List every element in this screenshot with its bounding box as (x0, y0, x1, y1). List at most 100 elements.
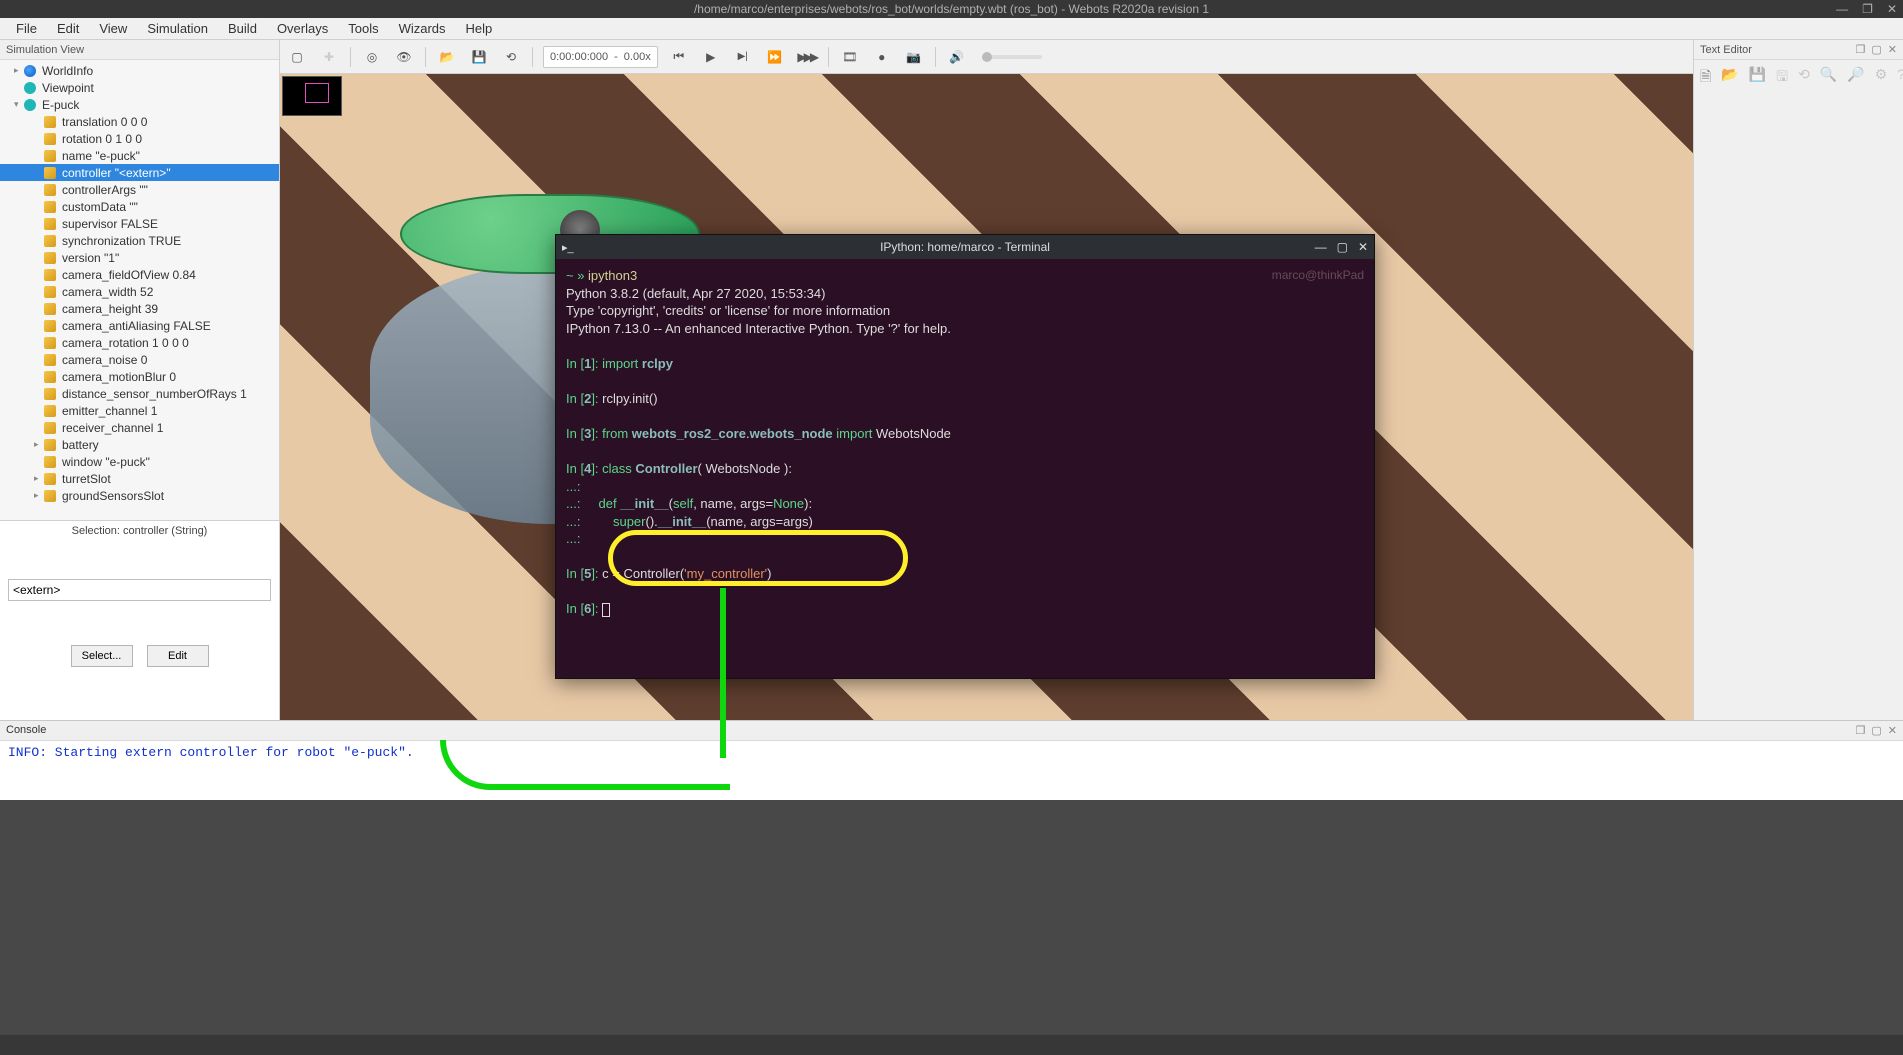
select-button[interactable]: Select... (71, 645, 133, 667)
tree-item-label: synchronization TRUE (62, 234, 181, 248)
terminal-body[interactable]: marco@thinkPad ~ » ipython3 Python 3.8.2… (556, 259, 1374, 626)
scene-tree[interactable]: ▸WorldInfoViewpoint▾E-pucktranslation 0 … (0, 60, 279, 520)
revert-icon[interactable]: ⟲ (1798, 66, 1810, 90)
cube-icon (44, 473, 56, 485)
tree-item[interactable]: controllerArgs "" (0, 181, 279, 198)
tree-item[interactable]: camera_motionBlur 0 (0, 368, 279, 385)
cube-icon (44, 269, 56, 281)
find-icon[interactable]: 🔍 (1820, 66, 1837, 90)
tree-item-label: camera_rotation 1 0 0 0 (62, 336, 189, 350)
tree-item-label: camera_fieldOfView 0.84 (62, 268, 196, 282)
cube-icon (44, 337, 56, 349)
console-max-icon[interactable]: ▢ (1871, 724, 1881, 737)
open-icon[interactable]: 📂 (436, 46, 458, 68)
tree-item-label: controllerArgs "" (62, 183, 148, 197)
tree-item-label: supervisor FALSE (62, 217, 158, 231)
tree-item[interactable]: camera_width 52 (0, 283, 279, 300)
fast-icon[interactable]: ⏩ (764, 46, 786, 68)
tree-item[interactable]: window "e-puck" (0, 453, 279, 470)
open-file-icon[interactable]: 📂 (1721, 66, 1738, 90)
maximize-pane-icon[interactable]: ▢ (1871, 43, 1881, 56)
tree-item-label: window "e-puck" (62, 455, 150, 469)
cube-icon (44, 150, 56, 162)
menu-build[interactable]: Build (218, 19, 267, 38)
tree-item[interactable]: ▸WorldInfo (0, 62, 279, 79)
tree-item[interactable]: camera_antiAliasing FALSE (0, 317, 279, 334)
menu-wizards[interactable]: Wizards (389, 19, 456, 38)
tree-item[interactable]: name "e-puck" (0, 147, 279, 164)
save-icon[interactable]: 💾 (468, 46, 490, 68)
sim-time: 0:00:00:000 (550, 51, 608, 63)
record-icon[interactable]: ◎ (361, 46, 383, 68)
close-icon[interactable]: ✕ (1887, 2, 1897, 16)
cursor (602, 603, 610, 617)
tree-item[interactable]: ▸groundSensorsSlot (0, 487, 279, 504)
minimize-icon[interactable]: — (1836, 2, 1848, 16)
tree-item[interactable]: camera_height 39 (0, 300, 279, 317)
tree-item[interactable]: emitter_channel 1 (0, 402, 279, 419)
cube-icon (44, 235, 56, 247)
tree-item[interactable]: synchronization TRUE (0, 232, 279, 249)
tree-item[interactable]: distance_sensor_numberOfRays 1 (0, 385, 279, 402)
tree-item[interactable]: translation 0 0 0 (0, 113, 279, 130)
maximize-icon[interactable]: ❐ (1862, 2, 1873, 16)
reload-icon[interactable]: ⟲ (500, 46, 522, 68)
controller-input[interactable] (8, 579, 271, 601)
menu-file[interactable]: File (6, 19, 47, 38)
movie-icon[interactable]: 🎞 (839, 46, 861, 68)
tree-item[interactable]: Viewpoint (0, 79, 279, 96)
tree-item[interactable]: rotation 0 1 0 0 (0, 130, 279, 147)
terminal-minimize-icon[interactable]: — (1315, 240, 1327, 254)
menu-edit[interactable]: Edit (47, 19, 89, 38)
tree-item[interactable]: ▾E-puck (0, 96, 279, 113)
save-file-icon[interactable]: 💾 (1749, 66, 1766, 90)
fastest-icon[interactable]: ▶▶▶ (796, 46, 818, 68)
terminal-titlebar[interactable]: ▸_ IPython: home/marco - Terminal — ▢ ✕ (556, 235, 1374, 259)
tree-item[interactable]: receiver_channel 1 (0, 419, 279, 436)
tree-item[interactable]: camera_rotation 1 0 0 0 (0, 334, 279, 351)
console-close-icon[interactable]: ✕ (1888, 724, 1897, 737)
menu-help[interactable]: Help (456, 19, 503, 38)
new-icon[interactable]: ▢ (286, 46, 308, 68)
tree-item[interactable]: controller "<extern>" (0, 164, 279, 181)
tree-item-label: camera_motionBlur 0 (62, 370, 176, 384)
camera-icon[interactable]: 📷 (903, 46, 925, 68)
tree-item[interactable]: ▸turretSlot (0, 470, 279, 487)
tree-item[interactable]: customData "" (0, 198, 279, 215)
sound-icon[interactable]: 🔊 (946, 46, 968, 68)
play-icon[interactable]: ▶ (700, 46, 722, 68)
console-restore-icon[interactable]: ❐ (1856, 724, 1866, 737)
restore-icon[interactable]: ❐ (1856, 43, 1866, 56)
scene-tree-pane: Simulation View ▸WorldInfoViewpoint▾E-pu… (0, 40, 280, 720)
step-icon[interactable]: ▶| (732, 46, 754, 68)
new-file-icon[interactable]: 🗎 (1700, 66, 1711, 90)
volume-slider[interactable] (982, 55, 1042, 59)
add-icon[interactable]: ✚ (318, 46, 340, 68)
terminal-close-icon[interactable]: ✕ (1358, 240, 1368, 254)
rewind-icon[interactable]: ⏮ (668, 46, 690, 68)
settings-icon[interactable]: ⚙ (1875, 66, 1888, 90)
visibility-icon[interactable]: 👁 (393, 46, 415, 68)
help-icon[interactable]: ? (1897, 66, 1903, 90)
console-output: INFO: Starting extern controller for rob… (0, 741, 1903, 764)
menu-overlays[interactable]: Overlays (267, 19, 338, 38)
menu-tools[interactable]: Tools (338, 19, 388, 38)
tree-item-label: camera_width 52 (62, 285, 153, 299)
record-dot-icon[interactable]: ● (871, 46, 893, 68)
camera-overlay[interactable] (282, 76, 342, 116)
tree-item-label: distance_sensor_numberOfRays 1 (62, 387, 247, 401)
cube-icon (44, 354, 56, 366)
close-pane-icon[interactable]: ✕ (1888, 43, 1897, 56)
save-as-icon[interactable]: 🖫 (1776, 66, 1788, 90)
tree-item[interactable]: ▸battery (0, 436, 279, 453)
terminal-window[interactable]: ▸_ IPython: home/marco - Terminal — ▢ ✕ … (555, 234, 1375, 679)
terminal-maximize-icon[interactable]: ▢ (1337, 240, 1348, 254)
tree-item[interactable]: supervisor FALSE (0, 215, 279, 232)
menu-view[interactable]: View (89, 19, 137, 38)
edit-button[interactable]: Edit (147, 645, 209, 667)
tree-item[interactable]: camera_noise 0 (0, 351, 279, 368)
tree-item[interactable]: camera_fieldOfView 0.84 (0, 266, 279, 283)
tree-item[interactable]: version "1" (0, 249, 279, 266)
menu-simulation[interactable]: Simulation (137, 19, 218, 38)
replace-icon[interactable]: 🔎 (1847, 66, 1864, 90)
